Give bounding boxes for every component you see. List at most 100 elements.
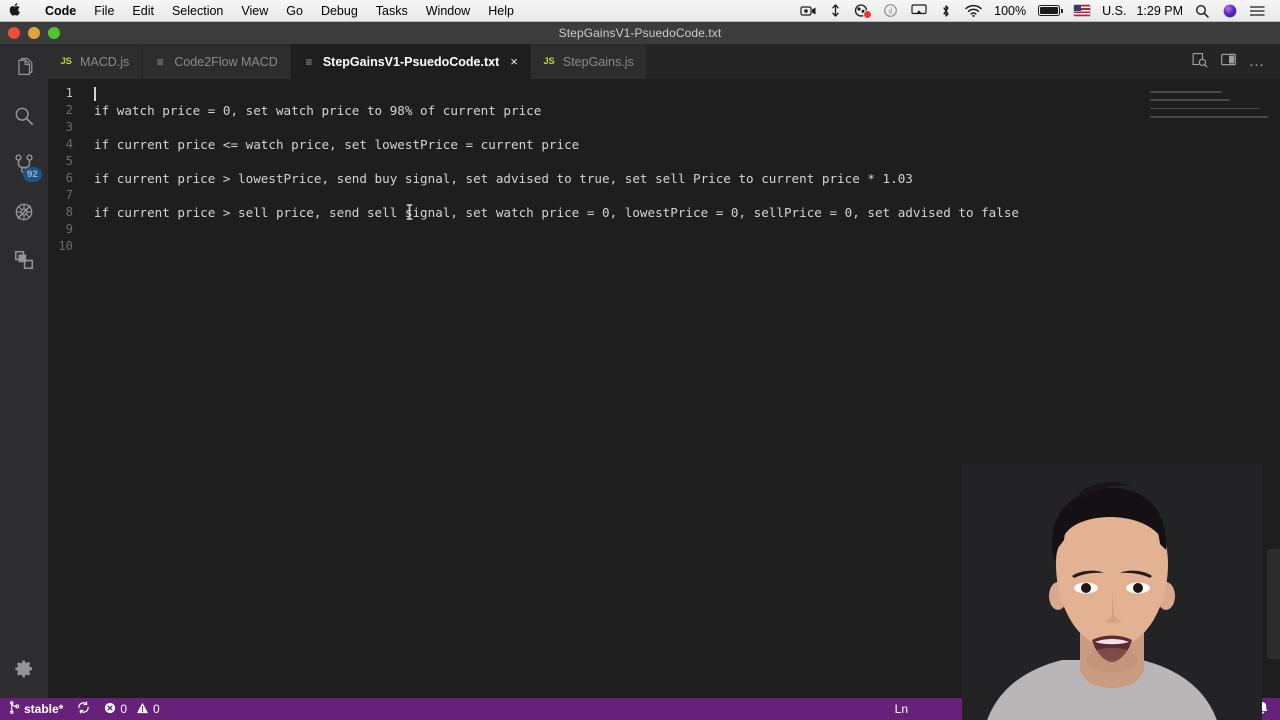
menu-go[interactable]: Go [277, 0, 312, 22]
sync-icon [77, 701, 90, 717]
macos-status-items: d 100% U.S. 1:29 PM [793, 4, 1280, 18]
status-problems[interactable]: 0 0 [97, 698, 166, 720]
battery-icon[interactable] [1038, 5, 1063, 16]
text-file-icon: ≡ [156, 54, 164, 69]
line-number: 3 [65, 120, 73, 134]
tab-code2flow-macd[interactable]: ≡ Code2Flow MACD [142, 44, 291, 79]
status-cursor-position[interactable]: Ln [888, 698, 915, 720]
menu-window[interactable]: Window [417, 0, 479, 22]
macos-menu-left: Code File Edit Selection View Go Debug T… [0, 0, 523, 22]
tab-macd-js[interactable]: JS MACD.js [48, 44, 143, 79]
screen: Code File Edit Selection View Go Debug T… [0, 0, 1280, 720]
code-line: 2 if watch price = 0, set watch price to… [48, 102, 1280, 119]
screen-record-icon[interactable] [800, 5, 817, 17]
code-line: 9 [48, 221, 1280, 238]
error-count: 0 [120, 702, 128, 716]
js-icon: JS [543, 56, 555, 67]
sidebar-item-search[interactable] [0, 92, 48, 140]
status-sync[interactable] [70, 698, 97, 720]
bandwidth-icon[interactable] [831, 4, 840, 17]
menu-edit[interactable]: Edit [123, 0, 163, 22]
editor-actions: … [1185, 44, 1280, 79]
line-number: 5 [65, 154, 73, 168]
bluetooth-icon[interactable] [941, 4, 951, 18]
notification-center-icon[interactable] [1250, 5, 1265, 17]
search-icon [13, 105, 35, 127]
tab-stepgains-js[interactable]: JS StepGains.js [530, 44, 647, 79]
tab-label: StepGains.js [562, 54, 634, 69]
manage-settings-button[interactable] [0, 658, 48, 684]
js-icon: JS [60, 56, 72, 67]
close-window-button[interactable] [8, 27, 20, 39]
text-cursor [94, 87, 96, 101]
line-text: if current price > lowestPrice, send buy… [94, 171, 913, 186]
zoom-window-button[interactable] [48, 27, 60, 39]
sidebar-item-debug[interactable] [0, 188, 48, 236]
menu-help[interactable]: Help [479, 0, 523, 22]
split-editor-icon [1220, 51, 1237, 73]
line-number: 2 [65, 103, 73, 117]
sidebar-item-explorer[interactable] [0, 44, 48, 92]
dropbox-icon[interactable]: d [884, 4, 898, 17]
line-number: 10 [58, 239, 73, 253]
camera-record-icon[interactable] [854, 4, 872, 18]
text-file-icon: ≡ [305, 54, 313, 69]
line-text: if watch price = 0, set watch price to 9… [94, 103, 542, 118]
line-number: 6 [65, 171, 73, 185]
files-icon [13, 57, 35, 79]
siri-icon[interactable] [1223, 4, 1237, 18]
line-text [94, 85, 96, 102]
us-flag-icon[interactable] [1074, 5, 1091, 16]
menu-file[interactable]: File [85, 0, 123, 22]
tab-list: JS MACD.js ≡ Code2Flow MACD ≡ StepGainsV… [48, 44, 647, 79]
error-icon [104, 702, 116, 717]
menu-debug[interactable]: Debug [312, 0, 367, 22]
webcam-overlay [962, 464, 1262, 720]
clock-label[interactable]: 1:29 PM [1136, 4, 1183, 18]
status-branch-label: stable* [24, 702, 64, 716]
input-source-label[interactable]: U.S. [1102, 4, 1126, 18]
extensions-icon [13, 249, 35, 271]
source-control-branch-icon [9, 701, 20, 717]
macos-menu-bar: Code File Edit Selection View Go Debug T… [0, 0, 1280, 22]
preview-icon [1191, 51, 1208, 73]
tab-label: StepGainsV1-PsuedoCode.txt [322, 54, 500, 69]
close-tab-icon[interactable]: × [510, 55, 518, 68]
sidebar-item-source-control[interactable]: 92 [0, 140, 48, 188]
apple-logo-icon[interactable] [9, 2, 22, 19]
vscode-window: StepGainsV1-PsuedoCode.txt 92 JS MACD.js… [0, 22, 1280, 720]
code-line: 7 [48, 187, 1280, 204]
warning-count: 0 [153, 702, 160, 716]
status-branch[interactable]: stable* [0, 698, 70, 720]
airplay-icon[interactable] [911, 4, 927, 17]
gear-icon [14, 658, 35, 684]
line-number: 4 [65, 137, 73, 151]
warning-icon [136, 702, 149, 717]
split-editor-button[interactable] [1214, 48, 1242, 76]
open-preview-button[interactable] [1185, 48, 1213, 76]
menu-code[interactable]: Code [36, 0, 85, 22]
wifi-icon[interactable] [965, 4, 982, 17]
source-control-badge: 92 [23, 167, 42, 182]
debug-icon [13, 201, 35, 223]
line-number: 1 [65, 86, 73, 100]
editor-vertical-scrollbar[interactable] [1267, 79, 1280, 698]
scrollbar-thumb[interactable] [1267, 549, 1280, 659]
code-line: 3 [48, 119, 1280, 136]
tab-label: Code2Flow MACD [174, 54, 278, 69]
presenter-video [962, 464, 1262, 720]
menu-tasks[interactable]: Tasks [367, 0, 417, 22]
code-line: 4 if current price <= watch price, set l… [48, 136, 1280, 153]
svg-text:d: d [889, 7, 893, 16]
spotlight-search-icon[interactable] [1195, 4, 1209, 18]
line-number: 8 [65, 205, 73, 219]
more-actions-button[interactable]: … [1243, 48, 1271, 76]
code-line: 1 [48, 85, 1280, 102]
menu-view[interactable]: View [232, 0, 277, 22]
window-titlebar: StepGainsV1-PsuedoCode.txt [0, 22, 1280, 44]
tab-stepgainsv1-psuedocode-txt[interactable]: ≡ StepGainsV1-PsuedoCode.txt × [290, 44, 531, 79]
sidebar-item-extensions[interactable] [0, 236, 48, 284]
minimize-window-button[interactable] [28, 27, 40, 39]
menu-selection[interactable]: Selection [163, 0, 232, 22]
traffic-lights [8, 22, 60, 44]
